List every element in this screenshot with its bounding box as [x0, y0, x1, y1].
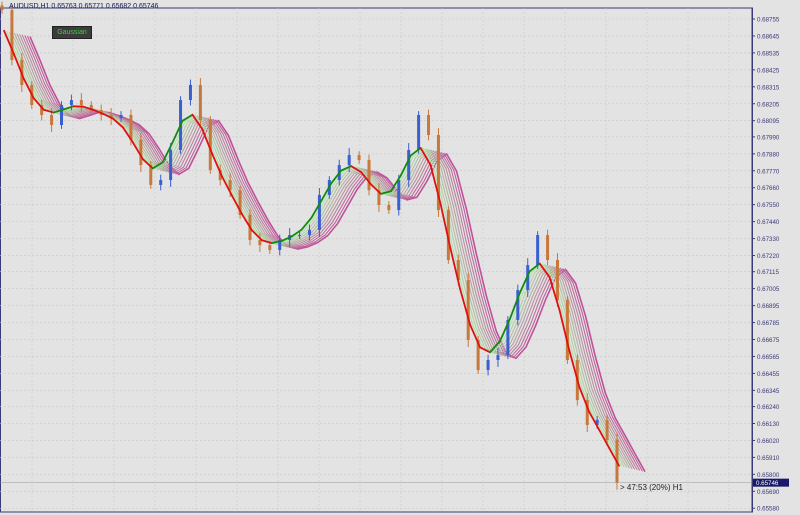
- chart-title: AUDUSD,H1 0.65763 0.65771 0.65682 0.6574…: [9, 3, 159, 10]
- price-chart[interactable]: 0.68755 0.68645 0.68535 0.68425 0.68315 0.682…: [0, 0, 800, 515]
- y-axis-tick-label: 0.66565: [757, 354, 780, 361]
- candle-body: [50, 114, 54, 126]
- candle-body: [159, 180, 163, 185]
- current-price-label: 0.65746: [756, 480, 779, 487]
- y-axis-tick-label: 0.66130: [757, 421, 780, 428]
- candle-body: [308, 229, 311, 236]
- y-axis-tick-label: 0.66455: [757, 371, 780, 378]
- y-axis-tick-label: 0.65800: [757, 472, 780, 479]
- candle-body: [69, 100, 73, 105]
- candle-body: [605, 419, 609, 440]
- gaussian-indicator-button[interactable]: Gaussian: [52, 26, 92, 39]
- y-axis-tick-label: 0.67660: [757, 185, 780, 192]
- candle-body: [536, 235, 540, 266]
- y-axis-tick-label: 0.68645: [757, 33, 780, 40]
- plot-area: [0, 7, 753, 513]
- y-axis-tick-label: 0.68535: [757, 50, 780, 57]
- candle-body: [60, 104, 64, 126]
- y-axis-tick-label: 0.67880: [757, 151, 780, 158]
- candle-body: [129, 114, 133, 140]
- y-axis-tick-label: 0.67115: [757, 269, 779, 276]
- candle-body: [486, 360, 490, 371]
- y-axis-tick-label: 0.67550: [757, 202, 780, 209]
- y-axis-tick-label: 0.66240: [757, 404, 780, 411]
- y-axis-tick-label: 0.67770: [757, 168, 780, 175]
- candle-body: [188, 84, 192, 101]
- y-axis-tick-label: 0.68205: [757, 101, 780, 108]
- candle-body: [198, 84, 202, 120]
- candle-body: [0, 5, 4, 11]
- candle-body: [397, 180, 401, 211]
- candle-body: [565, 300, 569, 361]
- candle-body: [119, 114, 123, 119]
- candle-body: [298, 235, 302, 237]
- y-axis-tick-label: 0.65910: [757, 455, 780, 462]
- chart-window: 0.68755 0.68645 0.68535 0.68425 0.68315 0.682…: [0, 0, 800, 515]
- y-axis-tick-label: 0.67005: [757, 286, 780, 293]
- candle-body: [317, 194, 321, 230]
- candle-body: [407, 149, 411, 181]
- y-axis-tick-label: 0.66895: [757, 303, 780, 310]
- y-axis-tick-label: 0.66675: [757, 337, 780, 344]
- y-axis-tick-label: 0.67330: [757, 236, 780, 243]
- candle-body: [496, 355, 500, 361]
- candle-body: [347, 155, 351, 166]
- bar-timer-label: > 47:53 (20%) H1: [620, 483, 683, 492]
- candle-body: [79, 100, 83, 105]
- y-axis-tick-label: 0.68315: [757, 84, 780, 91]
- candle-body: [427, 114, 431, 136]
- candle-body: [367, 159, 371, 191]
- candle-body: [357, 155, 361, 160]
- y-axis-tick-label: 0.68755: [757, 17, 780, 24]
- y-axis-tick-label: 0.68095: [757, 118, 780, 125]
- candle-body: [417, 114, 421, 150]
- candle-body: [169, 149, 173, 181]
- candle-body: [546, 235, 550, 260]
- candle-body: [268, 245, 272, 250]
- y-axis-tick-label: 0.66345: [757, 388, 780, 395]
- y-axis-tick-label: 0.67220: [757, 253, 780, 260]
- y-axis-tick-label: 0.65580: [757, 506, 780, 513]
- y-axis-tick-label: 0.67440: [757, 219, 780, 226]
- y-axis-tick-label: 0.66020: [757, 438, 780, 445]
- candle-body: [387, 204, 391, 211]
- candle-body: [555, 259, 559, 301]
- y-axis-tick-label: 0.65690: [757, 489, 780, 496]
- candle-body: [466, 280, 470, 340]
- candle-body: [258, 239, 262, 246]
- y-axis-tick-label: 0.67990: [757, 134, 780, 141]
- y-axis-tick-label: 0.66785: [757, 320, 780, 327]
- y-axis-tick-label: 0.68425: [757, 67, 780, 74]
